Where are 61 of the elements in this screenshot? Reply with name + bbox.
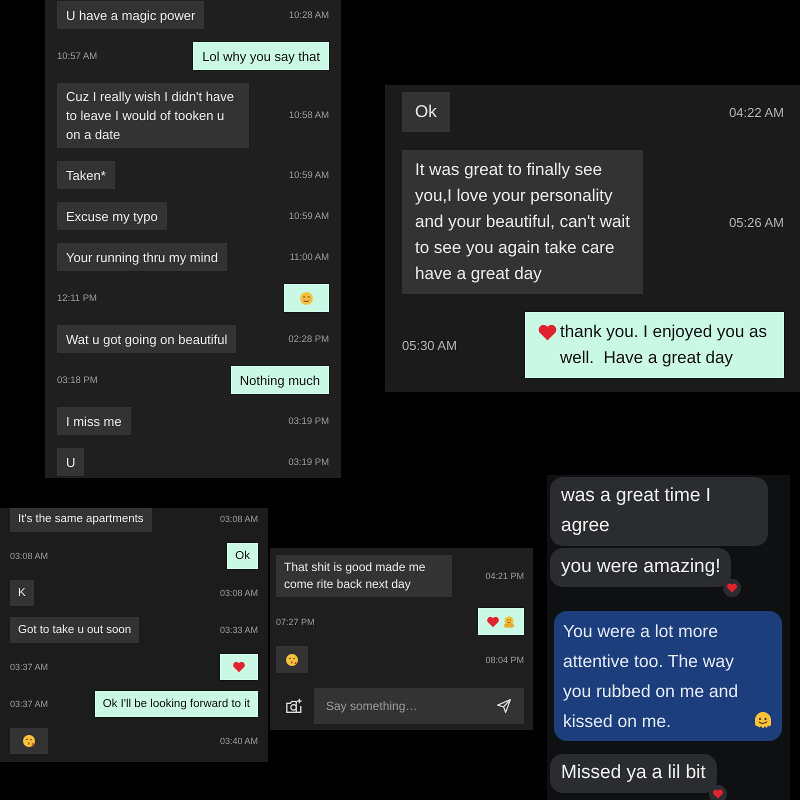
- kissing-face-icon: [285, 652, 299, 666]
- timestamp: 03:08 AM: [220, 514, 258, 524]
- message-text: U have a magic power: [66, 6, 196, 24]
- timestamp: 03:37 AM: [10, 662, 48, 672]
- timestamp: 02:28 PM: [288, 334, 329, 344]
- melting-face-icon: [753, 711, 773, 731]
- add-photo-icon[interactable]: [285, 697, 303, 715]
- message-field[interactable]: Say something…: [314, 688, 524, 724]
- message-text: I miss me: [66, 412, 122, 430]
- message-text: It was great to finally see you,I love your personality and your beautiful, can't wait to see you again take care have a great day: [415, 159, 630, 285]
- heart-icon: [232, 660, 246, 674]
- timestamp: 03:08 AM: [220, 588, 258, 598]
- timestamp: 03:40 AM: [220, 736, 258, 746]
- message-text: Got to take u out soon: [18, 622, 132, 638]
- message-text: was a great time I agree: [561, 485, 711, 536]
- timestamp: 03:08 AM: [10, 551, 48, 561]
- message-text: Excuse my typo: [66, 208, 158, 226]
- timestamp: 03:18 PM: [57, 374, 98, 386]
- hugging-face-icon: [502, 614, 516, 628]
- timestamp: 10:59 AM: [288, 210, 329, 222]
- message-text: Ok: [415, 101, 437, 123]
- message-text: Taken*: [66, 166, 106, 184]
- heart-icon: [486, 614, 500, 628]
- message-text: you were amazing!: [561, 556, 720, 577]
- message-text: K: [18, 586, 26, 600]
- message-text: Your running thru my mind: [66, 248, 218, 266]
- kissing-face-icon: [22, 734, 36, 748]
- timestamp: 10:28 AM: [288, 10, 329, 20]
- heart-icon: [712, 788, 724, 800]
- timestamp: 10:59 AM: [288, 170, 329, 180]
- timestamp: 03:19 PM: [288, 456, 329, 468]
- timestamp: 10:57 AM: [57, 50, 98, 62]
- heart-icon: [726, 582, 738, 594]
- timestamp: 10:58 AM: [288, 110, 329, 121]
- timestamp: 07:27 PM: [276, 616, 315, 626]
- timestamp: 04:22 AM: [729, 104, 784, 120]
- message-text: That shit is good made me come rite back next day: [284, 559, 426, 593]
- timestamp: 03:33 AM: [220, 625, 258, 635]
- message-text: U: [66, 454, 76, 472]
- message-text: You were a lot more attentive too. The way you rubbed on me and kissed on me.: [563, 620, 740, 733]
- text-input[interactable]: Say something…: [326, 699, 496, 713]
- timestamp: 08:04 PM: [485, 654, 524, 664]
- send-icon[interactable]: [496, 698, 512, 714]
- timestamp: 04:21 PM: [485, 571, 524, 581]
- timestamp: 12:11 PM: [57, 292, 97, 304]
- message-text: Ok: [235, 548, 250, 564]
- timestamp: 03:37 AM: [10, 699, 48, 709]
- timestamp: 05:26 AM: [729, 214, 784, 230]
- timestamp: 11:00 AM: [290, 252, 329, 262]
- message-text: thank you. I enjoyed you as well. Have a great day: [560, 321, 768, 369]
- message-text: Cuz I really wish I didn't have to leave I would of tooken u on a date: [66, 88, 235, 144]
- message-text: Wat u got going on beautiful: [66, 330, 228, 348]
- message-text: Ok I'll be looking forward to it: [102, 696, 250, 712]
- message-text: Missed ya a lil bit: [561, 762, 706, 783]
- message-text: It's the same apartments: [18, 512, 144, 526]
- heart-icon: [537, 322, 558, 343]
- message-text: Lol why you say that: [202, 48, 320, 66]
- timestamp: 05:30 AM: [402, 338, 457, 352]
- smiley-icon: [299, 290, 314, 306]
- message-text: Nothing much: [240, 372, 320, 390]
- timestamp: 03:19 PM: [288, 416, 329, 426]
